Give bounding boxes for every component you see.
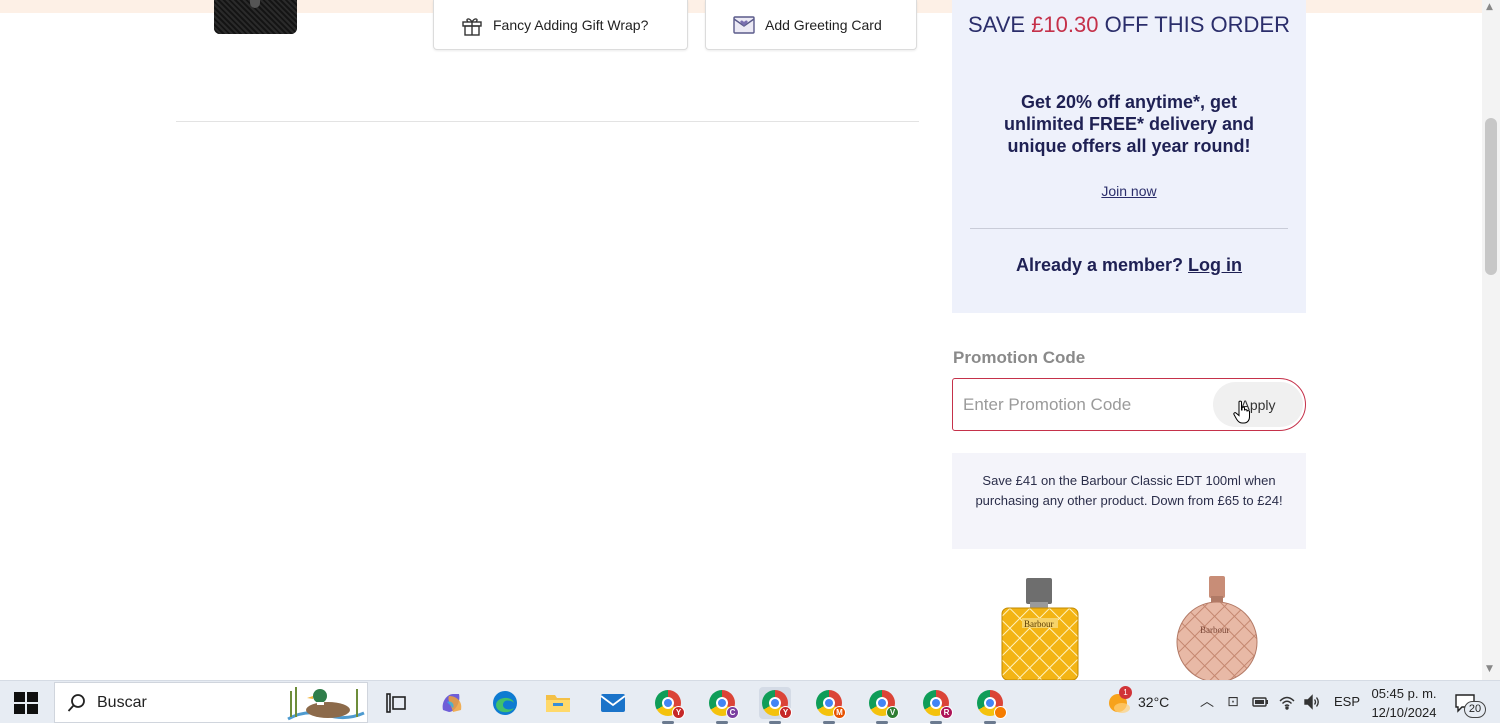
membership-panel: SAVE £10.30 OFF THIS ORDER Get 20% off a… bbox=[952, 0, 1306, 313]
product-image[interactable] bbox=[214, 0, 297, 34]
file-explorer-icon[interactable] bbox=[542, 687, 574, 719]
web-page: Fancy Adding Gift Wrap? Add Greeting Car… bbox=[0, 0, 1500, 680]
scroll-up-arrow-icon[interactable]: ▲ bbox=[1486, 2, 1493, 12]
edge-icon[interactable] bbox=[489, 687, 521, 719]
chrome-icon: C bbox=[709, 690, 739, 719]
search-placeholder: Buscar bbox=[97, 693, 147, 711]
gold-bottle-brand: Barbour bbox=[1024, 619, 1054, 629]
join-now-link[interactable]: Join now bbox=[952, 183, 1306, 199]
volume-icon[interactable] bbox=[1303, 693, 1321, 711]
notification-count-badge: 20 bbox=[1464, 701, 1486, 718]
save-prefix: SAVE bbox=[968, 12, 1032, 37]
rose-bottle-brand: Barbour bbox=[1200, 625, 1230, 635]
section-divider bbox=[176, 121, 919, 122]
gold-perfume-bottle-icon[interactable] bbox=[1000, 578, 1080, 680]
chrome-icon: Y bbox=[655, 690, 685, 719]
chrome-profile-avatar[interactable] bbox=[974, 687, 1007, 724]
chrome-badge-m: M bbox=[833, 706, 846, 719]
copilot-icon[interactable] bbox=[436, 687, 468, 719]
membership-benefits: Get 20% off anytime*, get unlimited FREE… bbox=[1003, 92, 1255, 156]
taskbar-clock[interactable]: 05:45 p. m. 12/10/2024 bbox=[1366, 684, 1442, 722]
show-hidden-icons-chevron-icon[interactable]: ︿ bbox=[1198, 693, 1216, 711]
offer-banner: Save £41 on the Barbour Classic EDT 100m… bbox=[952, 453, 1306, 549]
promotion-code-input[interactable] bbox=[963, 391, 1203, 419]
apply-button[interactable]: Apply bbox=[1213, 382, 1303, 427]
promotion-code-label: Promotion Code bbox=[953, 348, 1086, 367]
chrome-profile-y-2[interactable]: Y bbox=[759, 687, 792, 724]
mail-icon[interactable] bbox=[597, 687, 629, 719]
scroll-thumb[interactable] bbox=[1485, 118, 1497, 275]
chrome-profile-r[interactable]: R bbox=[920, 687, 953, 724]
windows-start-icon[interactable] bbox=[14, 692, 38, 714]
gift-icon bbox=[462, 17, 482, 36]
temperature-readout[interactable]: 32°C bbox=[1138, 694, 1169, 710]
chrome-badge-r: R bbox=[940, 706, 953, 719]
vertical-scrollbar[interactable]: ▲ ▼ bbox=[1482, 0, 1500, 680]
save-suffix: OFF THIS ORDER bbox=[1098, 12, 1290, 37]
greeting-card-button[interactable]: Add Greeting Card bbox=[705, 0, 917, 50]
duck-illustration-icon[interactable] bbox=[286, 683, 366, 721]
scroll-down-arrow-icon[interactable]: ▼ bbox=[1486, 664, 1493, 674]
chrome-profile-m[interactable]: M bbox=[813, 687, 846, 724]
chrome-icon: R bbox=[923, 690, 953, 719]
chrome-profile-y-1[interactable]: Y bbox=[652, 687, 685, 724]
save-amount: £10.30 bbox=[1031, 12, 1099, 37]
wifi-icon[interactable] bbox=[1278, 693, 1296, 711]
greeting-card-icon bbox=[733, 15, 755, 34]
already-member-text: Already a member? bbox=[1015, 255, 1184, 275]
chrome-profile-c[interactable]: C bbox=[706, 687, 739, 724]
input-language[interactable]: ESP bbox=[1334, 694, 1360, 709]
already-member-line: Already a member? Log in bbox=[952, 255, 1306, 276]
gift-wrap-label: Fancy Adding Gift Wrap? bbox=[493, 16, 649, 33]
clock-date: 12/10/2024 bbox=[1371, 705, 1437, 720]
chrome-icon: M bbox=[816, 690, 846, 719]
windows-taskbar: Buscar Y C Y M V R 1 32°C ︿ ⊡ ESP 05:45 … bbox=[0, 680, 1500, 724]
chrome-icon: V bbox=[869, 690, 899, 719]
promotion-code-form: Apply bbox=[952, 378, 1306, 431]
chrome-badge-y: Y bbox=[672, 706, 685, 719]
chrome-profile-v[interactable]: V bbox=[866, 687, 899, 724]
offer-text: Save £41 on the Barbour Classic EDT 100m… bbox=[975, 473, 1283, 508]
weather-alert-badge: 1 bbox=[1119, 686, 1132, 699]
chrome-badge-avatar-icon bbox=[994, 706, 1007, 719]
save-headline: SAVE £10.30 OFF THIS ORDER bbox=[952, 12, 1306, 37]
chrome-badge-v: V bbox=[886, 706, 899, 719]
hand-cursor-icon bbox=[1233, 400, 1250, 424]
task-view-icon[interactable] bbox=[380, 687, 412, 719]
chrome-badge-c: C bbox=[726, 706, 739, 719]
chrome-icon: Y bbox=[762, 690, 792, 719]
panel-divider bbox=[970, 228, 1288, 229]
meet-now-icon[interactable]: ⊡ bbox=[1224, 693, 1242, 711]
gift-wrap-button[interactable]: Fancy Adding Gift Wrap? bbox=[433, 0, 688, 50]
clock-time: 05:45 p. m. bbox=[1371, 686, 1437, 701]
greeting-card-label: Add Greeting Card bbox=[765, 16, 882, 33]
battery-icon[interactable] bbox=[1251, 693, 1269, 711]
chrome-badge-y: Y bbox=[779, 706, 792, 719]
chrome-icon bbox=[977, 690, 1007, 719]
log-in-link[interactable]: Log in bbox=[1188, 255, 1242, 275]
search-icon bbox=[67, 693, 85, 712]
